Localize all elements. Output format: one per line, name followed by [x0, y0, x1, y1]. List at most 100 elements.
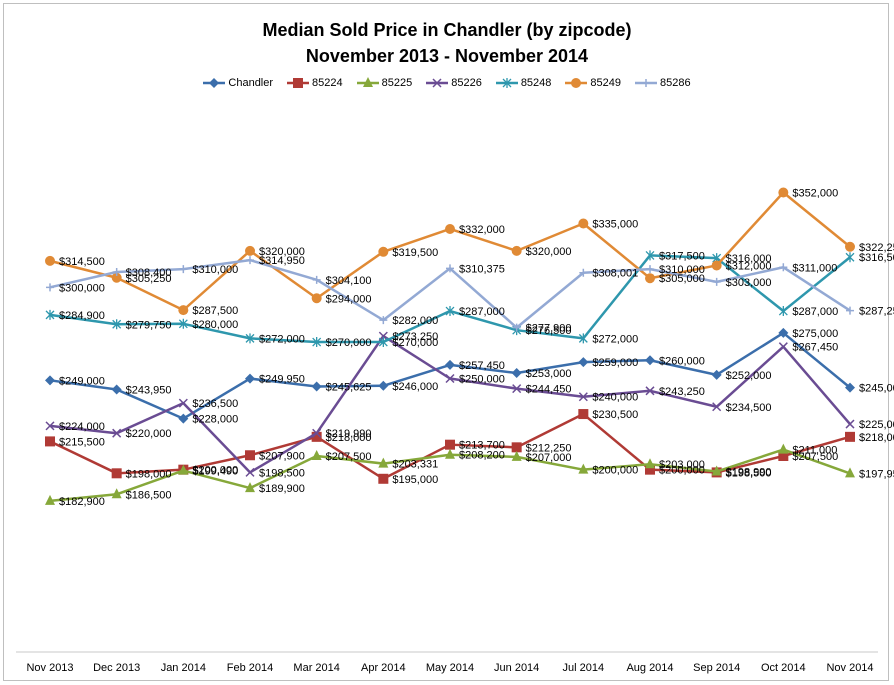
- data-label: $198,500: [259, 467, 305, 479]
- x-tick-label: Jun 2014: [494, 662, 539, 674]
- data-label: $219,990: [326, 428, 372, 440]
- data-point-85248-star-marker: [845, 252, 855, 263]
- data-label: $310,375: [459, 263, 505, 275]
- data-label: $207,000: [526, 452, 572, 464]
- data-point-85224-square-marker: [578, 409, 589, 420]
- data-label: $243,950: [126, 385, 172, 397]
- x-tick-label: Oct 2014: [761, 662, 806, 674]
- data-label: $234,500: [726, 402, 772, 414]
- data-point-85225-triangle-marker: [645, 458, 655, 469]
- data-point-85286-plus-marker: [712, 277, 721, 286]
- data-point-85224-square-marker: [845, 431, 855, 442]
- data-point-85249-circle-marker: [178, 305, 189, 316]
- data-point-85226-x-marker: [245, 467, 255, 477]
- data-label: $280,000: [192, 319, 238, 331]
- x-tick-label: May 2014: [426, 662, 474, 674]
- x-tick-label: Feb 2014: [227, 662, 273, 674]
- data-label: $314,500: [59, 256, 105, 268]
- x-tick-label: Nov 2014: [826, 662, 873, 674]
- data-label: $253,000: [526, 368, 572, 380]
- data-label: $186,500: [126, 489, 172, 501]
- data-label: $240,000: [592, 392, 638, 404]
- x-tick-layer: Nov 2013 Dec 2013 Jan 2014 Feb 2014 Mar 2014…: [26, 662, 873, 674]
- data-point-85224-square-marker: [45, 436, 55, 447]
- data-label: $259,000: [592, 357, 638, 369]
- data-point-85249-circle-marker: [378, 246, 389, 257]
- data-point-85249-circle-marker: [445, 223, 455, 234]
- data-label: $267,450: [792, 342, 838, 354]
- data-label: $287,000: [459, 306, 505, 318]
- data-point-85286-plus-marker: [646, 265, 654, 274]
- data-point-85226-x-marker: [845, 419, 855, 429]
- data-label: $310,000: [659, 264, 705, 276]
- data-label: $225,000: [859, 419, 894, 431]
- data-label: $304,100: [326, 275, 372, 287]
- data-label: $211,000: [792, 445, 837, 457]
- data-label: $215,500: [59, 436, 105, 448]
- x-tick-label: Jul 2014: [563, 662, 605, 674]
- data-label: $195,000: [392, 474, 438, 486]
- data-label: $246,000: [392, 381, 438, 393]
- data-label: $218,000: [859, 432, 894, 444]
- data-point-85226-x-marker: [778, 342, 788, 352]
- data-label: $332,000: [459, 224, 505, 236]
- data-label: $260,000: [659, 355, 705, 367]
- data-label: $245,000: [859, 383, 894, 395]
- data-point-85224-square-marker: [378, 473, 389, 484]
- data-label: $249,000: [59, 375, 105, 387]
- data-label: $287,250: [859, 306, 894, 318]
- data-label: $284,900: [59, 310, 105, 322]
- data-label: $312,000: [726, 260, 772, 272]
- data-point-85249-circle-marker: [511, 245, 522, 256]
- data-point-chandler-diamond-marker: [645, 355, 655, 366]
- x-tick-label: Aug 2014: [626, 662, 673, 674]
- data-label: $311,000: [792, 262, 837, 274]
- data-label: $236,500: [192, 398, 238, 410]
- data-label: $317,500: [659, 250, 705, 262]
- series-layer: [45, 187, 855, 505]
- data-label: $243,250: [659, 386, 705, 398]
- data-point-85224-square-marker: [511, 442, 522, 453]
- data-point-85249-circle-marker: [711, 260, 722, 271]
- data-label: $244,450: [526, 384, 572, 396]
- data-point-85224-square-marker: [445, 439, 455, 450]
- data-label: $308,400: [126, 267, 172, 279]
- data-label: $257,450: [459, 360, 505, 372]
- data-point-85249-circle-marker: [578, 218, 589, 229]
- data-label: $203,000: [659, 459, 705, 471]
- data-label: $300,000: [59, 282, 105, 294]
- data-point-chandler-diamond-marker: [578, 357, 589, 368]
- data-label: $310,000: [192, 264, 238, 276]
- data-label: $249,950: [259, 374, 305, 386]
- data-point-chandler-diamond-marker: [45, 375, 55, 386]
- data-label: $220,000: [126, 428, 172, 440]
- data-point-85286-plus-marker: [46, 283, 54, 292]
- data-label: $270,000: [392, 337, 438, 349]
- data-label: $322,250: [859, 242, 894, 254]
- data-label: $352,000: [792, 188, 838, 200]
- data-label: $250,000: [459, 374, 505, 386]
- data-label: $228,000: [192, 414, 238, 426]
- data-label: $272,000: [259, 333, 305, 345]
- data-point-chandler-diamond-marker: [111, 384, 122, 395]
- x-tick-label: Mar 2014: [293, 662, 339, 674]
- data-point-85249-circle-marker: [245, 245, 255, 256]
- data-label: $198,000: [126, 468, 172, 480]
- data-label: $245,625: [326, 381, 372, 393]
- data-label: $335,000: [592, 219, 638, 231]
- data-label: $287,500: [192, 305, 238, 317]
- data-label: $316,500: [859, 252, 894, 264]
- data-label: $199,490: [192, 466, 238, 478]
- data-point-85286-plus-marker: [246, 256, 254, 265]
- data-label: $207,500: [326, 451, 372, 463]
- data-label: $203,331: [392, 459, 438, 471]
- data-label: $303,000: [726, 277, 772, 289]
- data-point-chandler-diamond-marker: [511, 368, 522, 379]
- x-tick-label: Sep 2014: [693, 662, 740, 674]
- data-point-85249-circle-marker: [45, 255, 55, 266]
- data-label: $275,000: [792, 328, 838, 340]
- data-label: $189,900: [259, 483, 305, 495]
- data-label: $230,500: [592, 409, 638, 421]
- data-label: $282,000: [392, 315, 438, 327]
- data-label: $224,000: [59, 421, 105, 433]
